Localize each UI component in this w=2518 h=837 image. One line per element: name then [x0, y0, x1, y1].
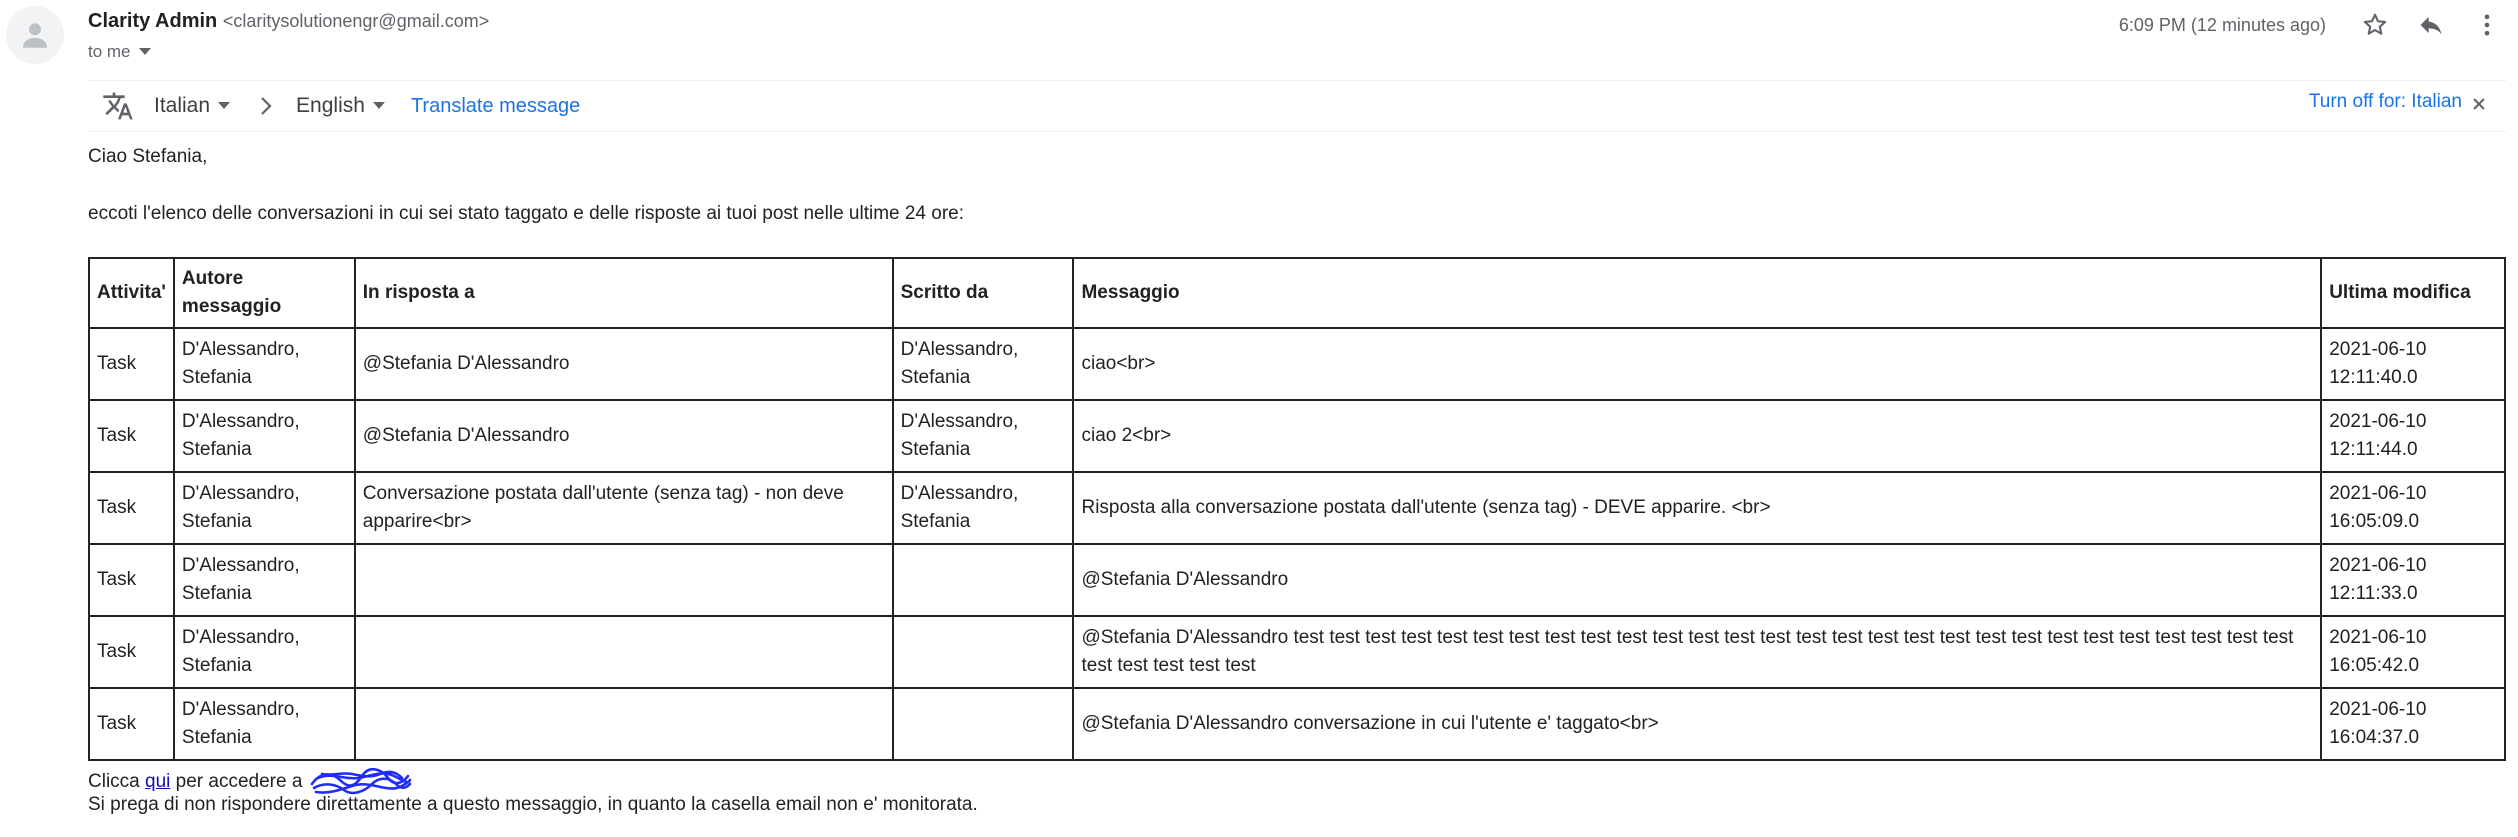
avatar-icon — [22, 23, 48, 48]
cell-message: @Stefania D'Alessandro conversazione in … — [1072, 687, 2323, 761]
recipient-label: to me — [88, 42, 131, 61]
access-here-link[interactable]: qui — [145, 771, 170, 792]
star-icon — [2363, 13, 2387, 35]
cell-activity: Task — [88, 399, 175, 473]
cell-written-by: D'Alessandro, Stefania — [891, 327, 1075, 401]
column-header-message: Messaggio — [1072, 257, 2323, 329]
cell-written-by — [891, 687, 1075, 761]
sender-avatar[interactable] — [6, 6, 64, 64]
more-options-button[interactable] — [2470, 8, 2504, 42]
source-language-select[interactable]: Italian — [154, 94, 231, 118]
cell-activity: Task — [88, 327, 175, 401]
cell-time: 12:11:44.0 — [2329, 439, 2418, 460]
cell-last-modified: 2021-06-10 16:05:42.0 — [2320, 615, 2506, 689]
table-row: Task D'Alessandro, Stefania @Stefania D'… — [88, 327, 2506, 401]
column-header-last-modified: Ultima modifica — [2320, 257, 2506, 329]
intro-text: eccoti l'elenco delle conversazioni in c… — [88, 203, 965, 224]
table-row: Task D'Alessandro, Stefania @Stefania D'… — [88, 543, 2506, 617]
turn-off-translation-link[interactable]: Turn off for: Italian — [2309, 91, 2462, 113]
translate-bar: Italian English Translate message Turn o… — [88, 80, 2506, 132]
cell-last-modified: 2021-06-10 12:11:33.0 — [2320, 543, 2506, 617]
cell-author: D'Alessandro, Stefania — [172, 399, 356, 473]
greeting: Ciao Stefania, — [88, 146, 208, 167]
caret-down-icon — [138, 48, 151, 55]
star-button[interactable] — [2358, 8, 2392, 42]
cell-activity: Task — [88, 471, 175, 545]
cell-date: 2021-06-10 — [2329, 339, 2427, 360]
translate-icon — [103, 92, 133, 120]
column-header-written-by: Scritto da — [891, 257, 1075, 329]
cell-reply-to: Conversazione postata dall'utente (senza… — [353, 471, 894, 545]
column-header-reply-to: In risposta a — [353, 257, 894, 329]
cell-message: ciao 2<br> — [1072, 399, 2323, 473]
cell-activity: Task — [88, 615, 175, 689]
cell-date: 2021-06-10 — [2329, 555, 2427, 576]
cell-time: 16:05:42.0 — [2329, 655, 2420, 676]
table-row: Task D'Alessandro, Stefania @Stefania D'… — [88, 687, 2506, 761]
cell-last-modified: 2021-06-10 16:05:09.0 — [2320, 471, 2506, 545]
no-reply-notice: Si prega di non rispondere direttamente … — [88, 794, 978, 815]
cell-message: @Stefania D'Alessandro — [1072, 543, 2323, 617]
cell-message: Risposta alla conversazione postata dall… — [1072, 471, 2323, 545]
cell-author: D'Alessandro, Stefania — [172, 543, 356, 617]
cell-date: 2021-06-10 — [2329, 483, 2427, 504]
sender-email: <claritysolutionengr@gmail.com> — [222, 11, 490, 31]
cell-time: 16:05:09.0 — [2329, 511, 2420, 532]
cell-activity: Task — [88, 687, 175, 761]
caret-down-icon — [218, 102, 231, 109]
table-header-row: Attivita' Autore messaggio In risposta a… — [88, 257, 2506, 329]
cell-date: 2021-06-10 — [2329, 627, 2427, 648]
target-language-select[interactable]: English — [296, 94, 385, 118]
cell-author: D'Alessandro, Stefania — [172, 687, 356, 761]
cell-activity: Task — [88, 543, 175, 617]
cell-written-by — [891, 615, 1075, 689]
cell-written-by: D'Alessandro, Stefania — [891, 399, 1075, 473]
reply-button[interactable] — [2414, 8, 2448, 42]
cell-author: D'Alessandro, Stefania — [172, 327, 356, 401]
column-header-activity: Attivita' — [88, 257, 175, 329]
caret-down-icon — [372, 102, 385, 109]
translate-message-link[interactable]: Translate message — [411, 95, 580, 118]
footer-prefix: Clicca — [88, 771, 146, 793]
table-row: Task D'Alessandro, Stefania Conversazion… — [88, 471, 2506, 545]
sender-info: Clarity Admin <claritysolutionengr@gmail… — [88, 10, 489, 33]
cell-date: 2021-06-10 — [2329, 699, 2427, 720]
cell-author: D'Alessandro, Stefania — [172, 615, 356, 689]
reply-icon — [2420, 16, 2442, 35]
conversation-table: Attivita' Autore messaggio In risposta a… — [88, 257, 2506, 761]
source-language-label: Italian — [154, 94, 211, 117]
table-row: Task D'Alessandro, Stefania @Stefania D'… — [88, 615, 2506, 689]
turn-off-translation: Turn off for: Italian — [2309, 91, 2486, 113]
chevron-right-icon — [261, 97, 272, 115]
message-timestamp: 6:09 PM (12 minutes ago) — [2118, 14, 2326, 35]
cell-reply-to — [353, 543, 894, 617]
table-row: Task D'Alessandro, Stefania @Stefania D'… — [88, 399, 2506, 473]
footer-suffix: per accedere a — [170, 771, 308, 793]
cell-author: D'Alessandro, Stefania — [172, 471, 356, 545]
cell-time: 12:11:33.0 — [2329, 583, 2418, 604]
cell-reply-to: @Stefania D'Alessandro — [353, 399, 894, 473]
sender-name: Clarity Admin — [88, 10, 218, 32]
cell-last-modified: 2021-06-10 12:11:44.0 — [2320, 399, 2506, 473]
cell-time: 16:04:37.0 — [2329, 727, 2420, 748]
close-icon[interactable] — [2472, 97, 2486, 111]
column-header-author: Autore messaggio — [172, 257, 356, 329]
cell-message: @Stefania D'Alessandro test test test te… — [1072, 615, 2323, 689]
cell-reply-to — [353, 615, 894, 689]
target-language-label: English — [296, 94, 365, 117]
cell-time: 12:11:40.0 — [2329, 367, 2418, 388]
cell-reply-to: @Stefania D'Alessandro — [353, 327, 894, 401]
cell-written-by — [891, 543, 1075, 617]
recipient-dropdown[interactable]: to me — [88, 42, 151, 62]
cell-last-modified: 2021-06-10 12:11:40.0 — [2320, 327, 2506, 401]
cell-written-by: D'Alessandro, Stefania — [891, 471, 1075, 545]
cell-reply-to — [353, 687, 894, 761]
cell-date: 2021-06-10 — [2329, 411, 2427, 432]
cell-last-modified: 2021-06-10 16:04:37.0 — [2320, 687, 2506, 761]
header-actions: 6:09 PM (12 minutes ago) — [2119, 8, 2504, 42]
more-vert-icon — [2484, 14, 2490, 36]
cell-message: ciao<br> — [1072, 327, 2323, 401]
